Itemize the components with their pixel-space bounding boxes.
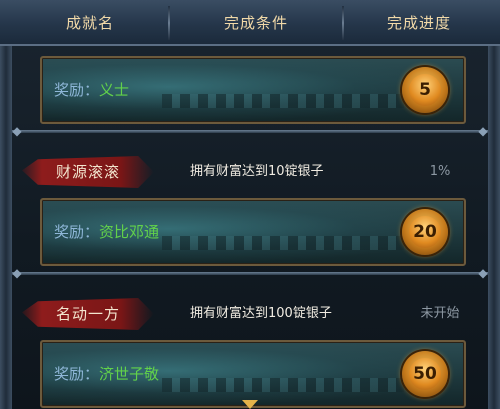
achievement-progress: 未开始	[420, 306, 460, 321]
divider-ornament-icon: ◆	[12, 124, 22, 138]
row-divider: ◆ ◆	[0, 266, 500, 282]
achievement-name: 财源滚滚	[55, 163, 120, 181]
achievement-condition: 拥有财富达到10锭银子	[190, 164, 324, 179]
table-header: 成就名 完成条件 完成进度	[0, 0, 500, 46]
header-condition: 完成条件	[223, 14, 288, 32]
reward-prefix: 奖励：	[54, 81, 100, 99]
reward-panel[interactable]: 奖励：资比邓通 20	[40, 198, 466, 266]
achievement-row[interactable]: 财源滚滚 拥有财富达到10锭银子 1%	[12, 154, 488, 190]
reward-title: 济世子敬	[99, 365, 160, 383]
medal-icon: 5	[402, 67, 448, 113]
reward-label: 奖励：济世子敬	[54, 342, 159, 406]
left-rail	[0, 46, 12, 409]
achievement-points: 5	[409, 74, 441, 106]
reward-title: 资比邓通	[99, 223, 160, 241]
chevron-down-icon[interactable]	[242, 400, 258, 409]
reward-prefix: 奖励：	[54, 223, 100, 241]
achievement-name: 名动一方	[55, 305, 120, 323]
medal-icon: 50	[402, 351, 448, 397]
reward-panel[interactable]: 奖励：济世子敬 50	[40, 340, 466, 408]
achievement-progress: 1%	[429, 164, 451, 179]
achievement-window: 成就名 完成条件 完成进度 奖励：义士 5 ◆ ◆ 财源滚滚 拥有财富达到10锭…	[0, 0, 500, 409]
divider-ornament-icon: ◆	[12, 266, 22, 280]
achievement-points: 20	[409, 216, 441, 248]
reward-prefix: 奖励：	[54, 365, 100, 383]
reward-title: 义士	[99, 81, 130, 99]
achievement-row[interactable]: 名动一方 拥有财富达到100锭银子 未开始	[12, 296, 488, 332]
right-rail	[488, 46, 500, 409]
row-divider: ◆ ◆	[0, 124, 500, 140]
header-achievement-name: 成就名	[65, 14, 114, 32]
reward-label: 奖励：义士	[54, 58, 129, 122]
header-progress: 完成进度	[386, 14, 451, 32]
reward-panel[interactable]: 奖励：义士 5	[40, 56, 466, 124]
achievement-condition: 拥有财富达到100锭银子	[190, 306, 332, 321]
divider-ornament-icon: ◆	[478, 266, 488, 280]
reward-label: 奖励：资比邓通	[54, 200, 159, 264]
medal-icon: 20	[402, 209, 448, 255]
achievement-points: 50	[409, 358, 441, 390]
divider-ornament-icon: ◆	[478, 124, 488, 138]
